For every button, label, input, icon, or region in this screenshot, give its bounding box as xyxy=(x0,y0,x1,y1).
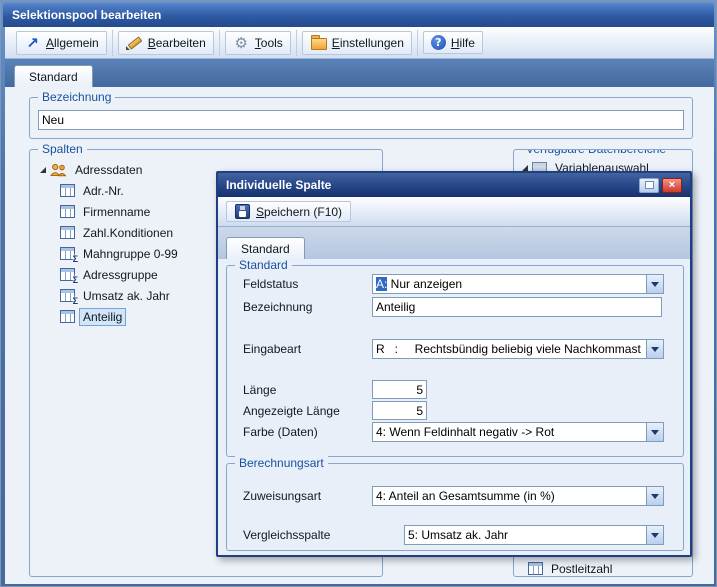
tree-item-label: Umsatz ak. Jahr xyxy=(80,288,173,304)
toolbar-button[interactable]: Hilfe xyxy=(423,31,483,54)
toolbar-item: Allgemein xyxy=(11,30,113,56)
tree-item-label: Adressdaten xyxy=(72,162,145,178)
eingabeart-value: R : Rechtsbündig beliebig viele Nachkomm… xyxy=(373,340,646,358)
zuweisungsart-value: 4: Anteil an Gesamtsumme (in %) xyxy=(373,487,646,505)
tree-item-label: Mahngruppe 0-99 xyxy=(80,246,181,262)
tools-icon xyxy=(233,35,250,51)
bezeichnung-input[interactable] xyxy=(38,110,684,130)
dropdown-arrow-icon[interactable] xyxy=(646,526,663,544)
column-icon xyxy=(528,562,543,575)
main-titlebar[interactable]: Selektionspool bearbeiten xyxy=(3,3,714,27)
group-label: Bezeichnung xyxy=(38,90,115,104)
tab-label: Standard xyxy=(241,242,290,256)
tab-standard[interactable]: Standard xyxy=(14,65,93,87)
toolbar-button-label: Einstellungen xyxy=(332,36,404,50)
main-tabstrip: Standard xyxy=(5,59,714,87)
toolbar-item: Einstellungen xyxy=(297,30,418,56)
main-window: Selektionspool bearbeiten Allgemein Bear… xyxy=(0,0,717,587)
addresses-people-icon xyxy=(50,163,67,177)
toolbar-button[interactable]: Einstellungen xyxy=(302,31,412,55)
laenge-label: Länge xyxy=(243,383,276,397)
dialog-panel: Standard Feldstatus A: Nur anzeigen Beze… xyxy=(218,259,690,555)
toolbar-button[interactable]: Tools xyxy=(225,31,291,55)
toolbar-item: Bearbeiten xyxy=(113,30,220,56)
main-window-title: Selektionspool bearbeiten xyxy=(12,8,161,22)
column-icon xyxy=(60,226,75,239)
group-label: Standard xyxy=(235,258,292,272)
tree-item-label: Adressgruppe xyxy=(80,267,161,283)
dialog-berechnungsart-group: Berechnungsart Zuweisungsart 4: Anteil a… xyxy=(226,463,684,551)
toolbar-button-label: Tools xyxy=(255,36,283,50)
column-sigma-icon xyxy=(60,247,75,260)
toolbar-button-label: Bearbeiten xyxy=(148,36,206,50)
main-toolbar: Allgemein Bearbeiten Tools xyxy=(5,27,714,59)
dialog-standard-group: Standard Feldstatus A: Nur anzeigen Beze… xyxy=(226,265,684,457)
vergleichsspalte-label: Vergleichsspalte xyxy=(243,528,330,542)
angezeigte-laenge-label: Angezeigte Länge xyxy=(243,404,340,418)
column-icon xyxy=(60,205,75,218)
hilfe-icon xyxy=(431,35,446,50)
dialog-tabstrip: Standard xyxy=(218,227,690,259)
eingabeart-select[interactable]: R : Rechtsbündig beliebig viele Nachkomm… xyxy=(372,339,664,359)
dropdown-arrow-icon[interactable] xyxy=(646,340,663,358)
eingabeart-label: Eingabeart xyxy=(243,342,301,356)
dropdown-arrow-icon[interactable] xyxy=(646,275,663,293)
column-sigma-icon xyxy=(60,268,75,281)
expanded-triangle-icon[interactable] xyxy=(522,165,528,171)
tree-item-label: Postleitzahl xyxy=(548,561,615,577)
allgemein-icon xyxy=(24,35,41,51)
column-sigma-icon xyxy=(60,289,75,302)
farbe-label: Farbe (Daten) xyxy=(243,425,318,439)
farbe-value: 4: Wenn Feldinhalt negativ -> Rot xyxy=(373,423,646,441)
laenge-input[interactable] xyxy=(372,380,427,399)
vergleichsspalte-select[interactable]: 5: Umsatz ak. Jahr xyxy=(404,525,664,545)
tree-item-label: Adr.-Nr. xyxy=(80,183,127,199)
tree-item-label: Zahl.Konditionen xyxy=(80,225,176,241)
column-icon xyxy=(60,184,75,197)
dialog-window-buttons xyxy=(636,178,682,193)
group-label: Berechnungsart xyxy=(235,456,328,470)
zuweisungsart-label: Zuweisungsart xyxy=(243,489,321,503)
expanded-triangle-icon[interactable] xyxy=(40,167,46,173)
dialog-tab-standard[interactable]: Standard xyxy=(226,237,305,259)
close-button[interactable] xyxy=(662,178,682,193)
angezeigte-laenge-input[interactable] xyxy=(372,401,427,420)
zuweisungsart-select[interactable]: 4: Anteil an Gesamtsumme (in %) xyxy=(372,486,664,506)
feldstatus-value: A: Nur anzeigen xyxy=(373,275,646,293)
toolbar-button[interactable]: Allgemein xyxy=(16,31,107,55)
bezeichnung-label: Bezeichnung xyxy=(243,300,312,314)
feldstatus-select[interactable]: A: Nur anzeigen xyxy=(372,274,664,294)
save-button[interactable]: Speichern (F10) xyxy=(226,201,351,222)
save-icon xyxy=(235,204,250,219)
toolbar-button-label: Hilfe xyxy=(451,36,475,50)
toolbar-item: Tools xyxy=(220,30,297,56)
tree-item-postleitzahl[interactable]: Postleitzahl xyxy=(528,558,615,577)
bearbeiten-icon xyxy=(126,35,143,51)
vergleichsspalte-value: 5: Umsatz ak. Jahr xyxy=(405,526,646,544)
feldstatus-label: Feldstatus xyxy=(243,277,298,291)
restore-button[interactable] xyxy=(639,178,659,193)
group-label: Verfügbare Datenbereiche xyxy=(522,149,670,156)
dialog-titlebar[interactable]: Individuelle Spalte xyxy=(218,173,690,197)
toolbar-item: Hilfe xyxy=(418,30,488,56)
dialog-title: Individuelle Spalte xyxy=(226,178,331,192)
farbe-select[interactable]: 4: Wenn Feldinhalt negativ -> Rot xyxy=(372,422,664,442)
save-button-label: Speichern (F10) xyxy=(256,205,342,219)
individuelle-spalte-dialog: Individuelle Spalte Speichern (F10) Stan… xyxy=(216,171,692,557)
dropdown-arrow-icon[interactable] xyxy=(646,423,663,441)
toolbar-button-label: Allgemein xyxy=(46,36,99,50)
einstellungen-icon xyxy=(310,35,327,51)
tab-label: Standard xyxy=(29,70,78,84)
group-label: Spalten xyxy=(38,142,87,156)
tree-item-label: Anteilig xyxy=(80,309,125,325)
dialog-toolbar: Speichern (F10) xyxy=(218,197,690,227)
tree-item-label: Firmenname xyxy=(80,204,153,220)
toolbar-button[interactable]: Bearbeiten xyxy=(118,31,214,55)
dropdown-arrow-icon[interactable] xyxy=(646,487,663,505)
bezeichnung-group: Bezeichnung xyxy=(29,97,693,139)
dialog-bezeichnung-input[interactable] xyxy=(372,297,662,317)
column-icon xyxy=(60,310,75,323)
